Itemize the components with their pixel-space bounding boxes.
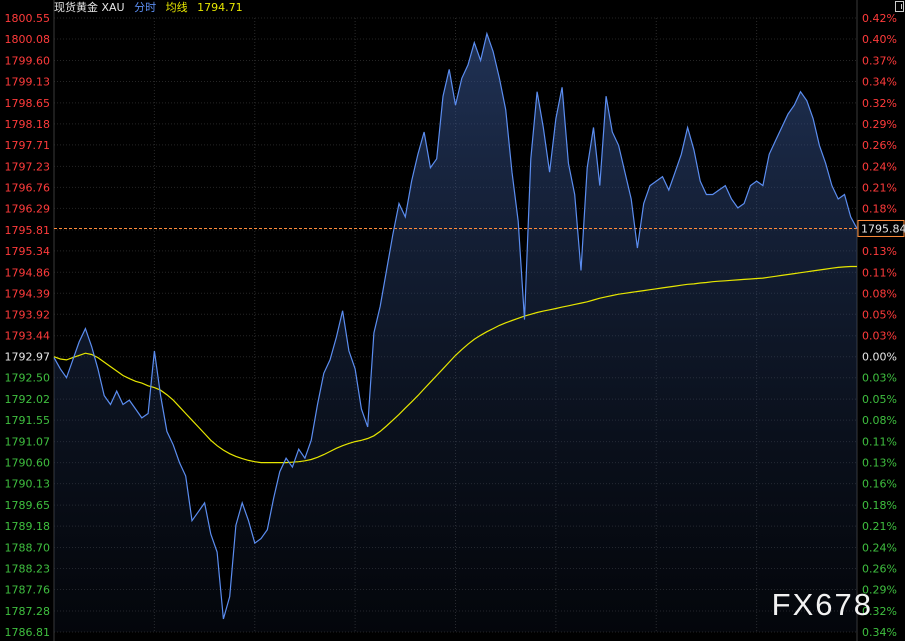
- price-axis: 1800.55 1800.08 1799.60 1799.13 1798.65 1798.…: [5, 12, 51, 639]
- price-tick-label: 1797.23: [5, 160, 51, 173]
- percent-axis: 0.42% 0.40% 0.37% 0.34% 0.32% 0.29% 0.26% 0.24%…: [862, 12, 897, 639]
- current-price-label: 1795.84: [861, 222, 905, 235]
- percent-tick-label: 0.26%: [862, 139, 897, 152]
- percent-tick-label: 0.05%: [862, 308, 897, 321]
- price-tick-label: 1797.71: [5, 139, 51, 152]
- percent-tick-label: 0.21%: [862, 520, 897, 533]
- price-tick-label: 1799.13: [5, 75, 51, 88]
- percent-tick-label: 0.16%: [862, 478, 897, 491]
- ticker-label: 现货黄金 XAU: [54, 1, 125, 14]
- price-tick-label: 1800.08: [5, 33, 51, 46]
- percent-tick-label: 0.40%: [862, 33, 897, 46]
- price-tick-label: 1789.18: [5, 520, 51, 533]
- price-tick-label: 1790.60: [5, 457, 51, 470]
- price-tick-label: 1787.76: [5, 584, 51, 597]
- price-tick-label: 1793.92: [5, 308, 51, 321]
- price-tick-label: 1795.81: [5, 224, 51, 237]
- current-price-tag: 1795.84: [857, 219, 905, 237]
- percent-tick-label: 0.32%: [862, 97, 897, 110]
- percent-tick-label: 0.13%: [862, 245, 897, 258]
- price-tick-label: 1788.23: [5, 563, 51, 576]
- percent-tick-label: 0.34%: [862, 626, 897, 639]
- price-tick-label: 1795.34: [5, 245, 51, 258]
- price-tick-label: 1796.29: [5, 202, 51, 215]
- percent-tick-label: 0.18%: [862, 202, 897, 215]
- percent-tick-label: 0.13%: [862, 457, 897, 470]
- price-tick-label: 1788.70: [5, 542, 51, 555]
- price-tick-label: 1791.55: [5, 414, 51, 427]
- average-value: 1794.71: [197, 1, 243, 14]
- percent-tick-label: 0.08%: [862, 287, 897, 300]
- percent-tick-label: 0.03%: [862, 372, 897, 385]
- price-tick-label: 1792.50: [5, 372, 51, 385]
- average-label: 均线: [165, 1, 188, 14]
- price-tick-label: 1794.86: [5, 266, 51, 279]
- price-tick-label: 1791.07: [5, 436, 51, 449]
- price-tick-label: 1798.18: [5, 118, 51, 131]
- expand-icon[interactable]: [895, 1, 904, 12]
- intraday-chart[interactable]: 1800.55 1800.08 1799.60 1799.13 1798.65 1798.…: [0, 0, 905, 641]
- price-tick-label: 1787.28: [5, 605, 51, 618]
- price-tick-label: 1798.65: [5, 97, 51, 110]
- mode-label[interactable]: 分时: [134, 1, 156, 14]
- price-tick-label: 1786.81: [5, 626, 51, 639]
- chart-header: 现货黄金 XAU 分时 均线 1794.71: [54, 0, 249, 16]
- percent-tick-label: 0.42%: [862, 12, 897, 25]
- percent-tick-label: 0.11%: [862, 436, 897, 449]
- price-tick-label: 1789.65: [5, 499, 51, 512]
- percent-tick-label: 0.21%: [862, 181, 897, 194]
- percent-tick-label: 0.00%: [862, 351, 897, 364]
- price-area-fill: [54, 33, 857, 633]
- percent-tick-label: 0.29%: [862, 118, 897, 131]
- price-tick-label: 1793.44: [5, 330, 51, 343]
- price-tick-label: 1794.39: [5, 287, 51, 300]
- price-tick-label: 1796.76: [5, 181, 51, 194]
- price-tick-label: 1792.02: [5, 393, 51, 406]
- percent-tick-label: 0.26%: [862, 563, 897, 576]
- price-tick-label: 1792.97: [5, 351, 51, 364]
- watermark: FX678: [771, 587, 873, 622]
- price-tick-label: 1800.55: [5, 12, 51, 25]
- percent-tick-label: 0.08%: [862, 414, 897, 427]
- percent-tick-label: 0.05%: [862, 393, 897, 406]
- percent-tick-label: 0.03%: [862, 330, 897, 343]
- percent-tick-label: 0.37%: [862, 54, 897, 67]
- percent-tick-label: 0.34%: [862, 75, 897, 88]
- percent-tick-label: 0.18%: [862, 499, 897, 512]
- price-tick-label: 1790.13: [5, 478, 51, 491]
- percent-tick-label: 0.24%: [862, 542, 897, 555]
- percent-tick-label: 0.11%: [862, 266, 897, 279]
- percent-tick-label: 0.24%: [862, 160, 897, 173]
- price-tick-label: 1799.60: [5, 54, 51, 67]
